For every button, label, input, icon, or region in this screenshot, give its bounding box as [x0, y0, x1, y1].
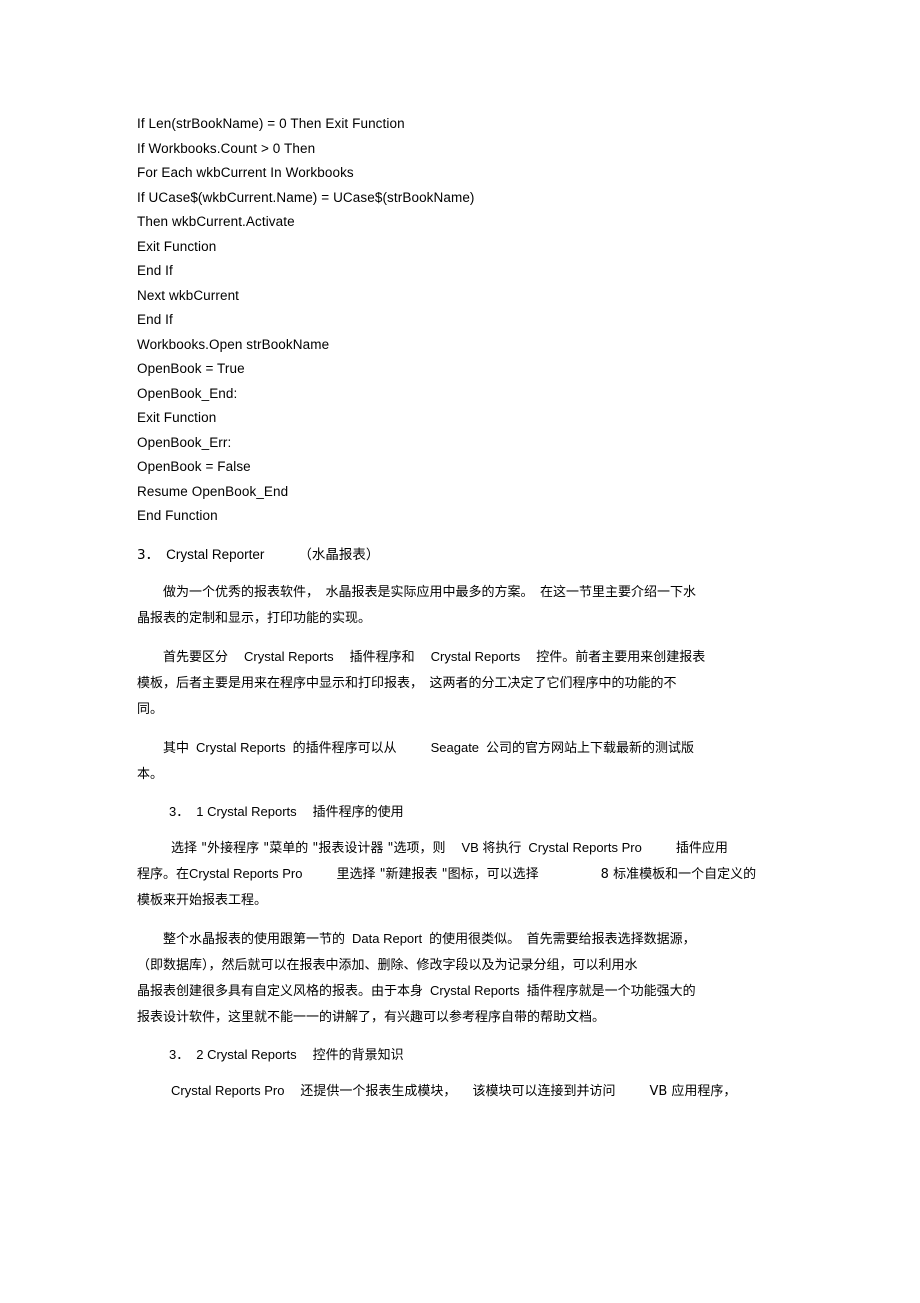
code-line: OpenBook = True: [137, 361, 245, 376]
distinguish-term-1: Crystal Reports: [244, 648, 334, 664]
code-line: Then wkbCurrent.Activate: [137, 214, 295, 229]
download-mid-2: 公司的官方网站上下载最新的测试版: [486, 740, 695, 756]
code-line: Exit Function: [137, 238, 217, 254]
download-term-2: Seagate: [430, 739, 480, 755]
intro-line-1: 做为一个优秀的报表软件， 水晶报表是实际应用中最多的方案。 在这一节里主要介绍一…: [137, 584, 697, 600]
subsection-1-label-chinese: 插件程序的使用: [312, 803, 404, 819]
subsection-2-label-chinese: 控件的背景知识: [312, 1046, 404, 1062]
code-line: OpenBook_End:: [137, 385, 238, 401]
module-seg-2: 还提供一个报表生成模块，: [300, 1083, 457, 1099]
datareport-line-1-c: 的使用很类似。 首先需要给报表选择数据源，: [429, 931, 696, 947]
code-line: OpenBook_Err:: [137, 434, 232, 450]
section-heading: 3． Crystal Reporter （水晶报表）: [137, 544, 823, 566]
subsection-1-label-latin: 1 Crystal Reports: [196, 803, 297, 819]
subsection-2-heading: 3． 2 Crystal Reports 控件的背景知识: [169, 1044, 823, 1065]
code-line: Workbooks.Open strBookName: [137, 336, 330, 352]
download-lead: 其中: [137, 740, 190, 756]
usage-line-2-c: 里选择 "新建报表 "图标，可以选择: [336, 866, 539, 882]
distinguish-line-2: 模板，后者主要是用来在程序中显示和打印报表， 这两者的分工决定了它们程序中的功能…: [137, 675, 677, 691]
download-mid-1: 的插件程序可以从: [292, 740, 397, 756]
code-line: End Function: [137, 508, 218, 523]
datareport-line-3-a: 晶报表创建很多具有自定义风格的报表。由于本身: [137, 983, 424, 999]
intro-line-2: 晶报表的定制和显示，打印功能的实现。: [137, 610, 372, 626]
download-term-1: Crystal Reports: [196, 739, 286, 755]
usage-line-3: 模板来开始报表工程。: [137, 892, 268, 908]
code-line: OpenBook = False: [137, 459, 251, 474]
datareport-line-1-b: Data Report: [352, 930, 423, 946]
module-paragraph: Crystal Reports Pro 还提供一个报表生成模块， 该模块可以连接到并…: [137, 1078, 823, 1104]
usage-seg-1: 选择 "外接程序 "菜单的 "报表设计器 "选项，则: [171, 840, 446, 856]
intro-paragraph: 做为一个优秀的报表软件， 水晶报表是实际应用中最多的方案。 在这一节里主要介绍一…: [137, 579, 823, 631]
usage-seg-2: VB 将执行: [461, 839, 522, 855]
section-title-chinese: （水晶报表）: [298, 546, 380, 563]
usage-seg-4: 插件应用: [675, 840, 728, 856]
code-line: Resume OpenBook_End: [137, 483, 289, 499]
section-title-latin: Crystal Reporter: [166, 546, 265, 562]
code-block: If Len(strBookName) = 0 Then Exit Functi…: [137, 112, 823, 529]
code-line: Next wkbCurrent: [137, 287, 240, 303]
usage-line-2-a: 程序。在: [137, 866, 190, 882]
datareport-line-4: 报表设计软件，这里就不能一一的讲解了，有兴趣可以参考程序自带的帮助文档。: [137, 1009, 606, 1025]
subsection-2-label-latin: 2 Crystal Reports: [196, 1046, 297, 1062]
datareport-line-1-a: 整个水晶报表的使用跟第一节的: [137, 931, 346, 947]
module-seg-3: 该模块可以连接到并访问: [472, 1083, 616, 1099]
code-line: If UCase$(wkbCurrent.Name) = UCase$(strB…: [137, 189, 475, 205]
distinguish-paragraph: 首先要区分 Crystal Reports 插件程序和 Crystal Reports…: [137, 644, 823, 722]
usage-paragraph: 选择 "外接程序 "菜单的 "报表设计器 "选项，则 VB 将执行 Crystal …: [137, 835, 823, 913]
usage-seg-3: Crystal Reports Pro: [528, 839, 642, 855]
code-line: For Each wkbCurrent In Workbooks: [137, 165, 354, 180]
distinguish-lead: 首先要区分: [137, 649, 229, 665]
subsection-1-heading: 3． 1 Crystal Reports 插件程序的使用: [169, 801, 823, 822]
subsection-1-number: 3．: [169, 803, 190, 819]
distinguish-term-2: Crystal Reports: [430, 648, 521, 664]
distinguish-mid-2: 控件。前者主要用来创建报表: [536, 649, 706, 665]
code-line: Exit Function: [137, 410, 217, 425]
subsection-2-number: 3．: [169, 1046, 190, 1062]
document-content: If Len(strBookName) = 0 Then Exit Functi…: [137, 112, 823, 1104]
module-seg-1: Crystal Reports Pro: [171, 1082, 285, 1098]
download-paragraph: 其中 Crystal Reports 的插件程序可以从 Seagate 公司的官方网站上…: [137, 735, 823, 787]
document-page: If Len(strBookName) = 0 Then Exit Functi…: [0, 0, 920, 1303]
datareport-paragraph: 整个水晶报表的使用跟第一节的 Data Report 的使用很类似。 首先需要给报表…: [137, 926, 823, 1030]
usage-line-2-b: Crystal Reports Pro: [189, 865, 303, 881]
datareport-line-3-c: 插件程序就是一个功能强大的: [526, 983, 696, 999]
datareport-line-3-b: Crystal Reports: [430, 982, 520, 998]
datareport-line-2: （即数据库），然后就可以在报表中添加、删除、修改字段以及为记录分组，可以利用水: [137, 957, 638, 973]
code-line: End If: [137, 312, 173, 327]
distinguish-line-3: 同。: [137, 701, 164, 717]
code-line: If Workbooks.Count > 0 Then: [137, 140, 316, 156]
code-line: If Len(strBookName) = 0 Then Exit Functi…: [137, 116, 405, 131]
usage-line-2-d: 8 标准模板和一个自定义的: [600, 866, 757, 882]
code-line: End If: [137, 263, 173, 278]
module-seg-4: VB 应用程序，: [649, 1083, 737, 1099]
distinguish-mid-1: 插件程序和: [349, 649, 415, 665]
download-line-2: 本。: [137, 766, 164, 782]
section-number: 3．: [137, 546, 160, 563]
